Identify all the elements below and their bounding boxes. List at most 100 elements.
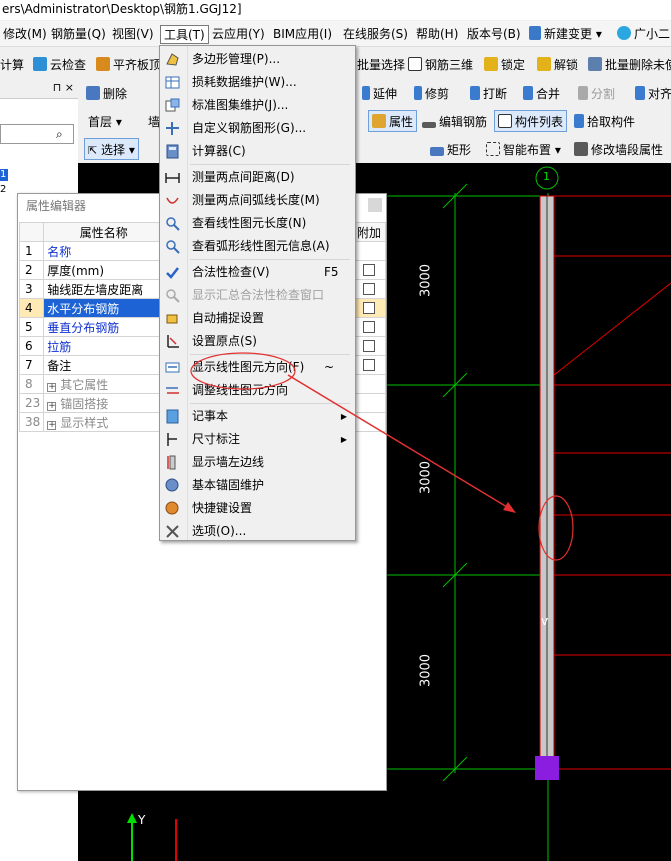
- group-name: 显示样式: [60, 415, 109, 430]
- delete-button[interactable]: 删除: [86, 83, 127, 105]
- menu-item-standard-atlas[interactable]: 标准图集维护(J)...: [160, 94, 355, 117]
- menu-item-summary-check-window[interactable]: 显示汇总合法性检查窗口: [160, 284, 355, 307]
- pick-component-button[interactable]: 拾取构件: [574, 111, 635, 133]
- menu-item-custom-rebar[interactable]: 自定义钢筋图形(G)...: [160, 117, 355, 140]
- window-title: ers\Administrator\Desktop\钢筋1.GGJ12]: [0, 0, 671, 20]
- anchor-icon: [165, 478, 179, 492]
- properties-button[interactable]: 属性: [368, 110, 418, 132]
- rectangle-button[interactable]: 矩形: [430, 139, 471, 161]
- menu-view[interactable]: 视图(V): [109, 25, 157, 44]
- extra-checkbox[interactable]: [363, 283, 375, 295]
- menu-item-show-wall-left-edge[interactable]: 显示墙左边线: [160, 451, 355, 474]
- atlas-icon: [165, 98, 180, 112]
- rebar-edit-icon: [422, 122, 436, 128]
- tree-item-1[interactable]: 1: [0, 169, 8, 181]
- property-name: 垂直分布钢筋: [43, 317, 165, 337]
- menu-item-auto-snap[interactable]: 自动捕捉设置: [160, 307, 355, 330]
- break-icon: [470, 86, 480, 100]
- direction-arrow: v: [541, 614, 548, 628]
- menu-item-calculator[interactable]: 计算器(C): [160, 140, 355, 163]
- menu-item-validity-check[interactable]: 合法性检查(V) F5: [160, 261, 355, 284]
- align-button[interactable]: 对齐: [635, 83, 671, 105]
- unlock-button[interactable]: 解锁: [537, 54, 578, 76]
- extra-checkbox[interactable]: [363, 321, 375, 333]
- adjust-direction-icon: [166, 387, 179, 394]
- polygon-icon: [166, 53, 179, 66]
- component-list-button[interactable]: 构件列表: [494, 110, 568, 132]
- menu-modify[interactable]: 修改(M): [0, 25, 50, 44]
- menu-bim[interactable]: BIM应用(I): [270, 25, 335, 44]
- lock-button[interactable]: 锁定: [484, 54, 525, 76]
- menu-item-view-arc-info[interactable]: 查看弧形线性图元信息(A): [160, 235, 355, 258]
- menu-item-measure-distance[interactable]: 测量两点间距离(D): [160, 166, 355, 189]
- panel-search-input[interactable]: [0, 124, 74, 144]
- smart-layout-icon: [486, 142, 500, 156]
- menu-help[interactable]: 帮助(H): [413, 25, 461, 44]
- close-icon[interactable]: [368, 198, 382, 212]
- column-header-name: 属性名称: [43, 222, 165, 242]
- search-icon[interactable]: ⌕: [56, 127, 63, 142]
- expand-icon[interactable]: +: [47, 382, 57, 392]
- floor-select[interactable]: 首层 ▾: [88, 111, 122, 133]
- extend-button[interactable]: 延伸: [362, 83, 397, 105]
- row-number: 6: [18, 336, 45, 356]
- menu-separator: [190, 354, 350, 355]
- menu-item-adjust-linear-direction[interactable]: 调整线性图元方向: [160, 379, 355, 402]
- menu-item-show-linear-direction[interactable]: 显示线性图元方向(F) ~: [160, 356, 355, 379]
- select-tool-button[interactable]: ⇱ 选择 ▾: [84, 138, 139, 160]
- batch-delete-button[interactable]: 批量删除未使: [588, 54, 671, 76]
- menu-item-dimension[interactable]: 尺寸标注 ▶: [160, 428, 355, 451]
- tree-item-2[interactable]: 2: [0, 184, 6, 195]
- row-number: 23: [18, 393, 45, 413]
- row-number: 38: [18, 412, 45, 432]
- batch-delete-icon: [588, 57, 602, 71]
- menu-online-service[interactable]: 在线服务(S): [340, 25, 411, 44]
- menu-assistant[interactable]: 广小二: [614, 25, 671, 44]
- view-length-icon: [166, 217, 180, 231]
- extra-checkbox[interactable]: [363, 302, 375, 314]
- extra-checkbox[interactable]: [363, 264, 375, 276]
- menu-item-measure-arc[interactable]: 测量两点间弧线长度(M): [160, 189, 355, 212]
- menu-item-view-linear-length[interactable]: 查看线性图元长度(N): [160, 212, 355, 235]
- trim-button[interactable]: 修剪: [414, 83, 449, 105]
- column-header-extra: 附加: [352, 222, 386, 242]
- menu-rebar-quantity[interactable]: 钢筋量(Q): [48, 25, 109, 44]
- split-button[interactable]: 分割: [578, 83, 615, 105]
- batch-select-button[interactable]: 批量选择: [357, 54, 405, 76]
- row-number: 3: [18, 279, 45, 299]
- menu-version[interactable]: 版本号(B): [464, 25, 524, 44]
- smart-layout-button[interactable]: 智能布置 ▾: [486, 139, 561, 161]
- menu-cloud-app[interactable]: 云应用(Y): [209, 25, 268, 44]
- menu-item-options[interactable]: 选项(O)...: [160, 520, 355, 543]
- rebar-3d-button[interactable]: 钢筋三维: [408, 54, 473, 76]
- cloud-check-button[interactable]: 云检查: [33, 54, 86, 76]
- menu-tools[interactable]: 工具(T): [160, 25, 209, 44]
- menu-new-change[interactable]: 新建变更 ▾: [526, 25, 605, 44]
- eraser-icon: [86, 86, 100, 100]
- search-icon: [166, 289, 180, 303]
- row-number: 5: [18, 317, 45, 337]
- split-icon: [578, 86, 588, 100]
- panel-pin-close[interactable]: ⊓ ×: [0, 81, 78, 99]
- modify-wall-props-button[interactable]: 修改墙段属性: [574, 139, 663, 161]
- menu-item-notepad[interactable]: 记事本 ▶: [160, 405, 355, 428]
- align-slab-top-button[interactable]: 平齐板顶: [96, 54, 161, 76]
- menu-item-loss-data[interactable]: 损耗数据维护(W)...: [160, 71, 355, 94]
- break-button[interactable]: 打断: [470, 83, 507, 105]
- expand-icon[interactable]: +: [47, 401, 57, 411]
- menu-item-anchor-maintenance[interactable]: 基本锚固维护: [160, 474, 355, 497]
- edit-rebar-button[interactable]: 编辑钢筋: [422, 111, 487, 133]
- measure-distance-icon: [165, 173, 180, 183]
- menu-item-polygon-manage[interactable]: 多边形管理(P)...: [160, 48, 355, 71]
- merge-button[interactable]: 合并: [523, 83, 560, 105]
- row-number: 8: [18, 374, 45, 394]
- menu-item-set-origin[interactable]: 设置原点(S): [160, 330, 355, 353]
- trim-icon: [414, 86, 422, 100]
- group-name: 其它属性: [60, 377, 109, 392]
- calc-button[interactable]: 计算: [0, 54, 24, 76]
- property-name: 备注: [43, 355, 165, 375]
- extra-checkbox[interactable]: [363, 359, 375, 371]
- extra-checkbox[interactable]: [363, 340, 375, 352]
- expand-icon[interactable]: +: [47, 420, 57, 430]
- menu-item-shortcut-settings[interactable]: 快捷键设置: [160, 497, 355, 520]
